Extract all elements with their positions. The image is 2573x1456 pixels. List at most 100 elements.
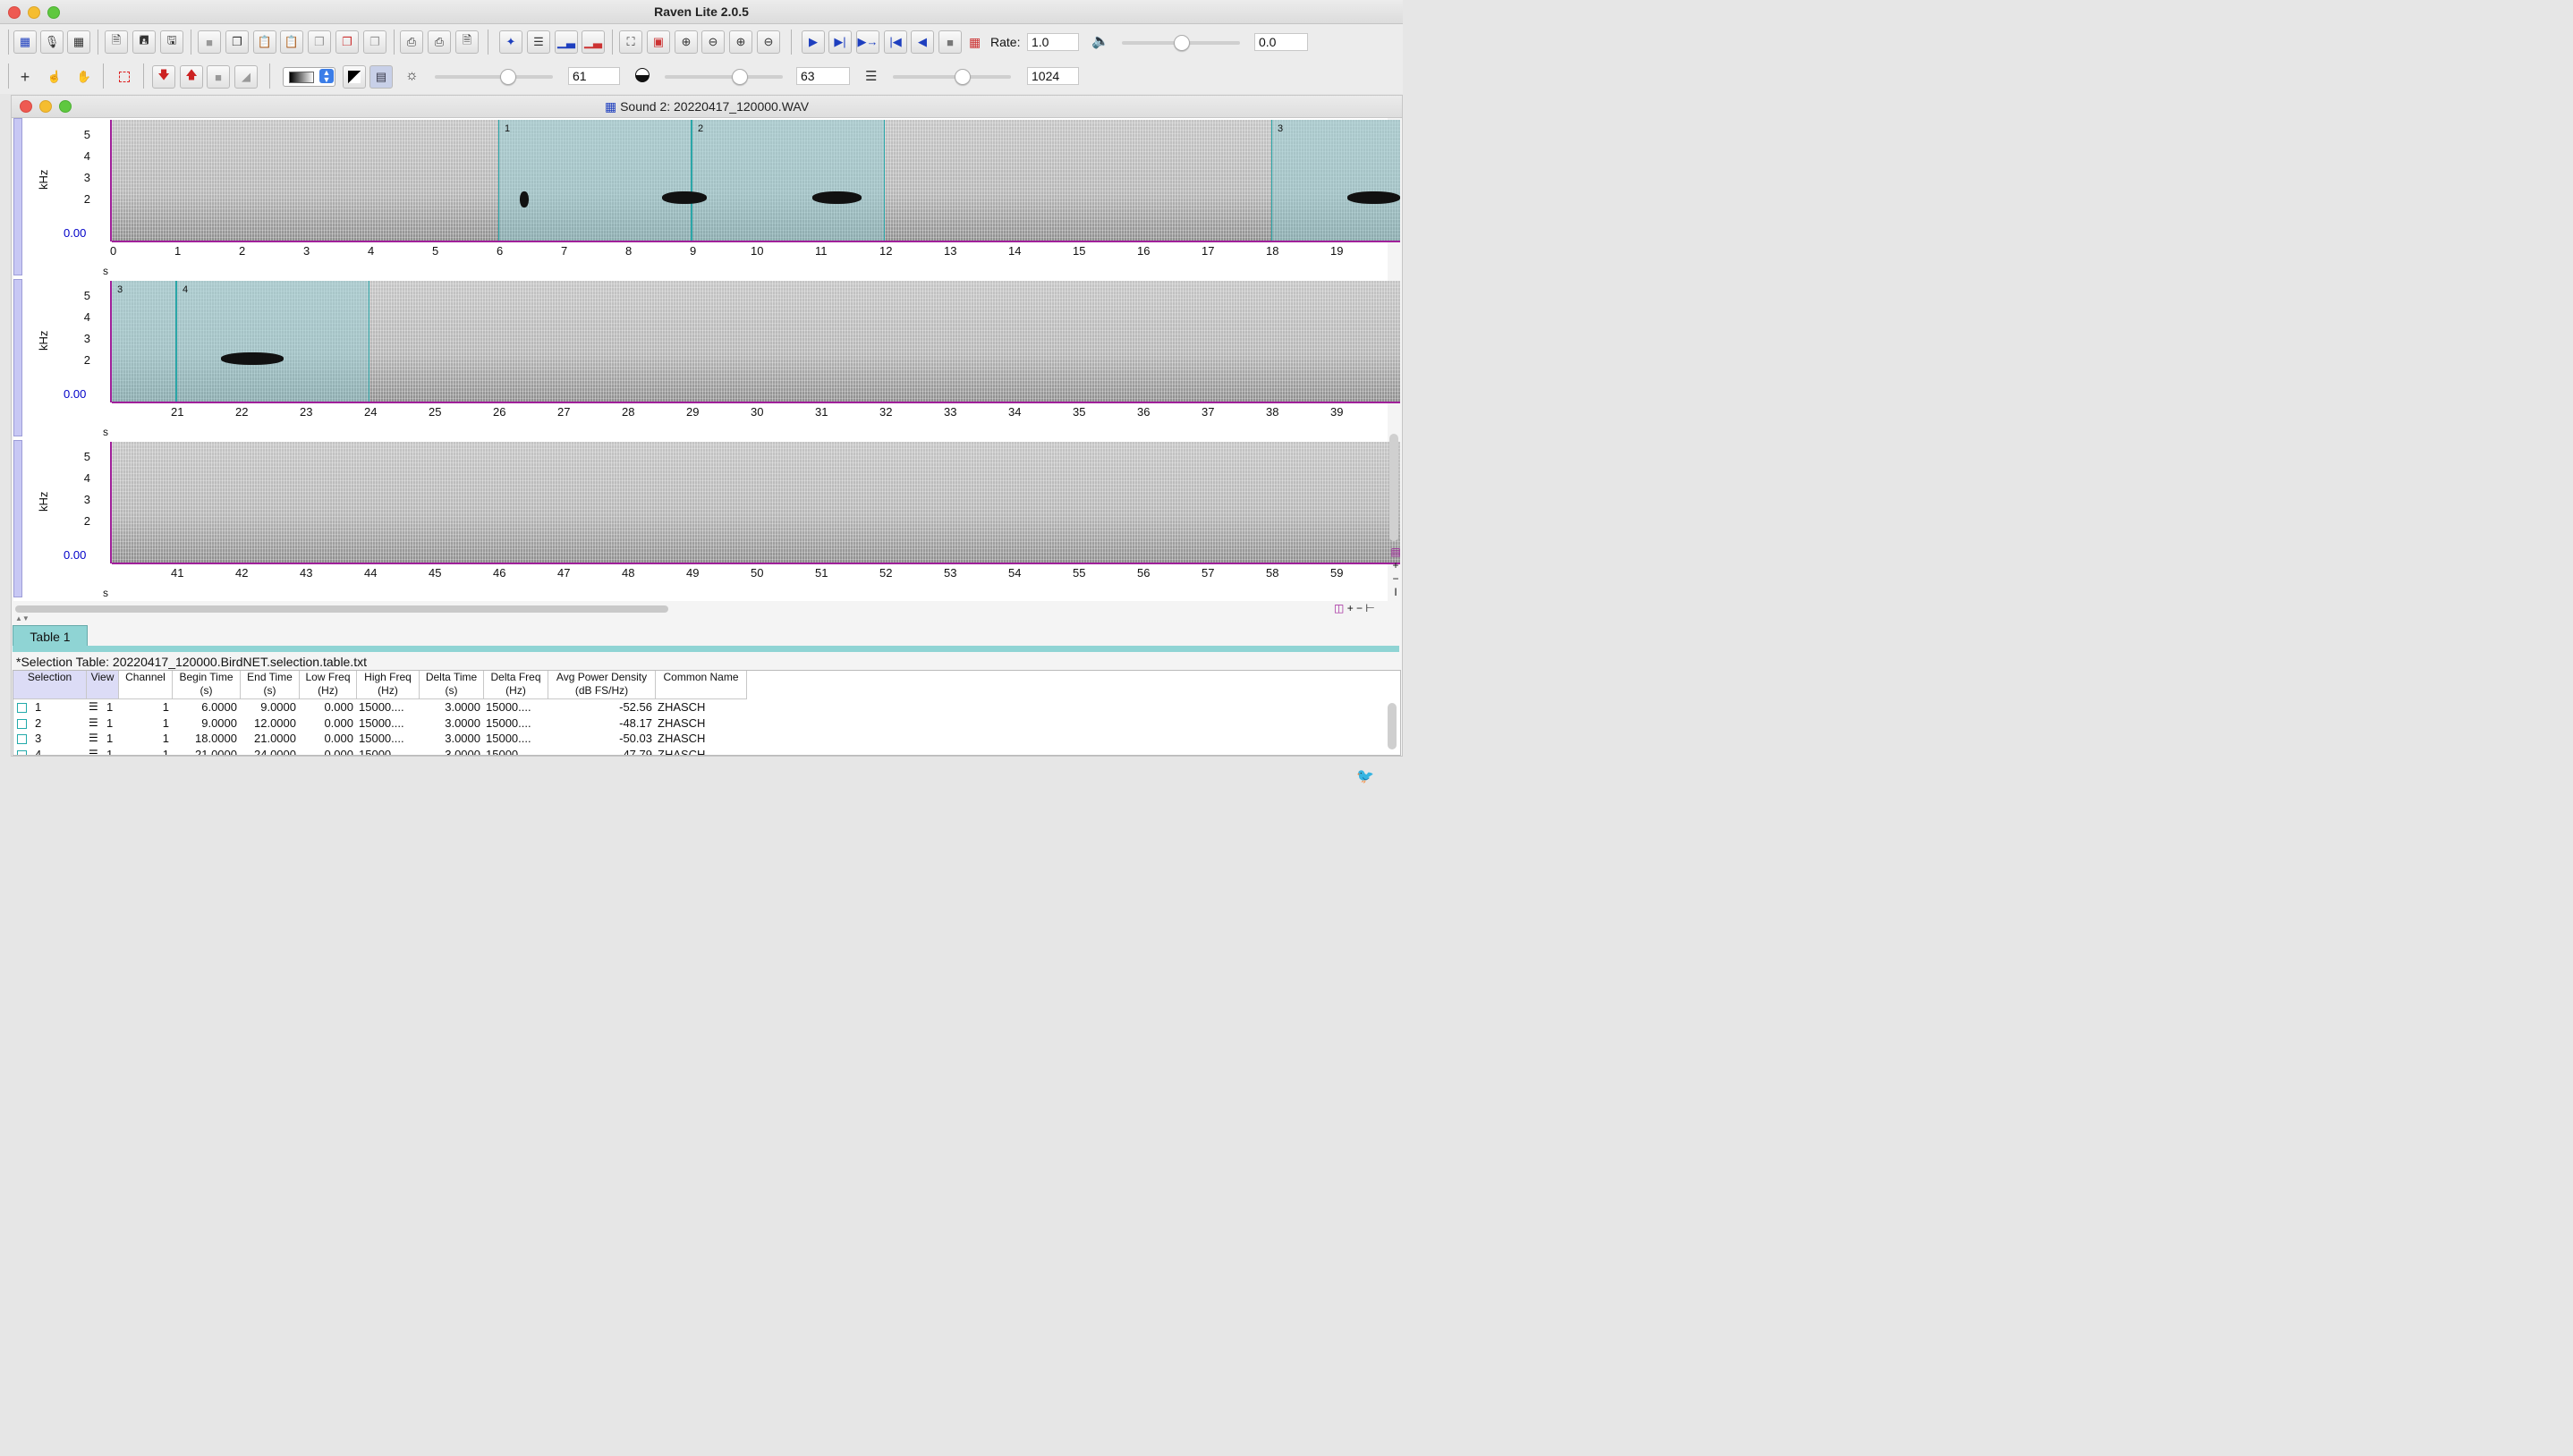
- column-header[interactable]: Delta Freq (Hz): [484, 671, 548, 699]
- zoom-fit-button[interactable]: ▣: [647, 30, 670, 54]
- waveform-view-button[interactable]: ▁▃: [582, 30, 605, 54]
- move-down-button[interactable]: 🡇: [152, 65, 175, 89]
- column-header[interactable]: High Freq (Hz): [357, 671, 420, 699]
- invert-colors-button[interactable]: [343, 65, 366, 89]
- row-checkbox[interactable]: [17, 718, 27, 729]
- column-header[interactable]: Common Name: [656, 671, 747, 699]
- contrast-input[interactable]: 63: [796, 67, 850, 85]
- selection-box-2[interactable]: 2: [692, 120, 885, 241]
- save-as-button[interactable]: 🖫: [160, 30, 183, 54]
- play-forward-button[interactable]: ▶→: [856, 30, 879, 54]
- horizontal-fit-icon[interactable]: ◫: [1334, 602, 1344, 614]
- color-copy-button[interactable]: ❐: [335, 30, 359, 54]
- stop-button[interactable]: ■: [938, 30, 962, 54]
- colormap-select[interactable]: ▲ ▼: [283, 67, 335, 87]
- tab-table-1[interactable]: Table 1: [13, 625, 88, 647]
- pointer-hand-tool[interactable]: ☝: [43, 65, 66, 89]
- row-3-handle[interactable]: [13, 440, 22, 597]
- batch-button[interactable]: ▦: [67, 30, 90, 54]
- column-header[interactable]: Begin Time (s): [173, 671, 241, 699]
- spectrogram-view-button[interactable]: ✦: [499, 30, 522, 54]
- column-header[interactable]: Delta Time (s): [420, 671, 484, 699]
- brightness-slider[interactable]: [435, 75, 553, 79]
- selection-tool[interactable]: [113, 65, 136, 89]
- row-checkbox[interactable]: [17, 734, 27, 744]
- rewind-button[interactable]: ◀: [911, 30, 934, 54]
- clipboard-button[interactable]: 📋: [280, 30, 303, 54]
- horizontal-reset-icon[interactable]: ⊢: [1365, 602, 1374, 614]
- window-size-slider[interactable]: [893, 75, 1011, 79]
- play-reverse-button[interactable]: |◀: [884, 30, 907, 54]
- move-up-button[interactable]: 🡅: [180, 65, 203, 89]
- vertical-reset-icon[interactable]: I: [1389, 586, 1402, 599]
- split-button[interactable]: ◢: [234, 65, 258, 89]
- window-size-slider-knob[interactable]: [955, 69, 971, 85]
- column-header[interactable]: View: [87, 671, 119, 699]
- table-row[interactable]: 3 ☰ 1 1 18.0000 21.0000 0.000 15000.... 3.0000 15…: [13, 732, 747, 747]
- selection-box-3-continued[interactable]: 3: [112, 281, 176, 402]
- horizontal-zoom-in-icon[interactable]: +: [1347, 602, 1354, 614]
- play-button[interactable]: ▶: [802, 30, 825, 54]
- split-pane-arrows-icon[interactable]: ▲▼: [15, 614, 30, 622]
- vertical-fit-icon[interactable]: ▤: [1389, 546, 1402, 559]
- column-header[interactable]: Avg Power Density (dB FS/Hz): [548, 671, 656, 699]
- zoom-in-button[interactable]: ⊕: [675, 30, 698, 54]
- copy-button[interactable]: ❐: [225, 30, 249, 54]
- vertical-scrollbar[interactable]: [1389, 434, 1398, 541]
- smoothing-button[interactable]: ▤: [369, 65, 393, 89]
- x-axis: [112, 402, 1400, 403]
- zoom-to-selection-button[interactable]: ⛶: [619, 30, 642, 54]
- print-button[interactable]: ⎙: [400, 30, 423, 54]
- brightness-input[interactable]: 61: [568, 67, 620, 85]
- vertical-zoom-in-icon[interactable]: +: [1389, 559, 1402, 572]
- volume-input[interactable]: 0.0: [1254, 33, 1308, 51]
- vertical-zoom-out-icon[interactable]: −: [1389, 572, 1402, 586]
- paste-button[interactable]: 📋: [253, 30, 276, 54]
- selection-table-button[interactable]: ☰: [527, 30, 550, 54]
- horizontal-zoom-out-icon[interactable]: −: [1356, 602, 1363, 614]
- play-selection-button[interactable]: ▶|: [828, 30, 852, 54]
- column-header[interactable]: Selection: [13, 671, 87, 699]
- table-row[interactable]: 2 ☰ 1 1 9.0000 12.0000 0.000 15000.... 3.0000 150…: [13, 716, 747, 732]
- crosshair-tool[interactable]: +: [13, 65, 37, 89]
- spectrogram-2[interactable]: 3 4: [112, 281, 1400, 402]
- horizontal-scrollbar[interactable]: [15, 605, 668, 613]
- column-header[interactable]: Channel: [119, 671, 173, 699]
- page-setup-button[interactable]: 🗎: [455, 30, 479, 54]
- volume-slider-knob[interactable]: [1174, 35, 1190, 51]
- row-checkbox[interactable]: [17, 749, 27, 755]
- row-1-handle[interactable]: [13, 118, 22, 275]
- selection-box-1[interactable]: 1: [498, 120, 692, 241]
- selection-box-4[interactable]: 4: [176, 281, 369, 402]
- contrast-slider-knob[interactable]: [732, 69, 748, 85]
- column-header[interactable]: Low Freq (Hz): [300, 671, 357, 699]
- spectrogram-1[interactable]: 1 2 3: [112, 120, 1400, 241]
- column-header[interactable]: End Time (s): [241, 671, 300, 699]
- duplicate-button[interactable]: ❐: [308, 30, 331, 54]
- save-button[interactable]: 🖪: [132, 30, 156, 54]
- cut-button[interactable]: ■: [198, 30, 221, 54]
- window-size-input[interactable]: 1024: [1027, 67, 1079, 85]
- zoom-out-button[interactable]: ⊖: [701, 30, 725, 54]
- new-document-button[interactable]: ▦: [13, 30, 37, 54]
- table-row[interactable]: 4 ☰ 1 1 21.0000 24.0000 0.000 15000.... 3.0000 15…: [13, 748, 747, 755]
- zoom-in-vertical-button[interactable]: ⊕: [729, 30, 752, 54]
- stack-button[interactable]: ❐: [363, 30, 386, 54]
- row-2-handle[interactable]: [13, 279, 22, 436]
- x-tick: 38: [1266, 405, 1279, 419]
- record-button[interactable]: 🎙: [40, 30, 64, 54]
- contrast-slider[interactable]: [665, 75, 783, 79]
- rate-input[interactable]: 1.0: [1027, 33, 1079, 51]
- brightness-slider-knob[interactable]: [500, 69, 516, 85]
- spectrum-view-button[interactable]: ▁▃: [555, 30, 578, 54]
- open-button[interactable]: 🗎: [105, 30, 128, 54]
- table-scrollbar[interactable]: [1388, 703, 1397, 749]
- merge-button[interactable]: ■: [207, 65, 230, 89]
- selection-box-3[interactable]: 3: [1271, 120, 1400, 241]
- pan-tool[interactable]: ✋: [72, 65, 96, 89]
- print-preview-button[interactable]: ⎙: [428, 30, 451, 54]
- spectrogram-3[interactable]: [112, 442, 1400, 563]
- table-row[interactable]: 1 ☰ 1 1 6.0000 9.0000 0.000 15000.... 3.0000 1500…: [13, 700, 747, 715]
- zoom-out-vertical-button[interactable]: ⊖: [757, 30, 780, 54]
- row-checkbox[interactable]: [17, 703, 27, 713]
